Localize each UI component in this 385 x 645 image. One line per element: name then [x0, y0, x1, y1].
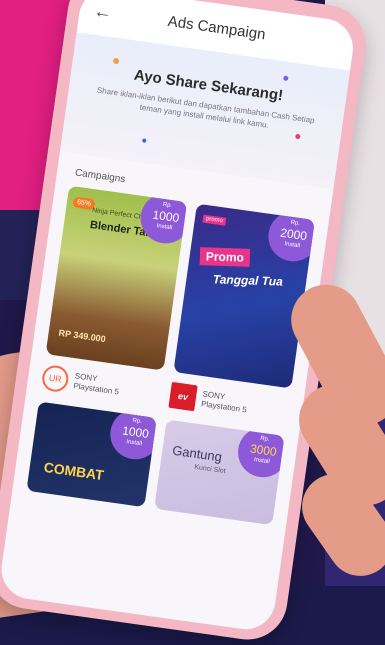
brand-info: UR SONY Playstation 5	[40, 363, 162, 406]
card-title-secondary: Tanggal Tua	[212, 272, 284, 289]
card-title: Gantung	[171, 442, 223, 465]
brand-info: ev SONY Playstation 5	[168, 381, 289, 424]
campaign-card[interactable]: promo Promo Tanggal Tua Rp. 2000 Install	[173, 203, 315, 389]
brand-logo: UR	[40, 363, 70, 394]
campaign-card[interactable]: COMBAT Rp. 1000 Install	[26, 401, 157, 508]
campaign-card[interactable]: Gantung Kunci Slot Rp. 3000 Install	[154, 419, 285, 526]
confetti-dot	[283, 75, 289, 82]
confetti-dot	[295, 133, 301, 140]
card-tag: promo	[202, 214, 227, 226]
brand-text: SONY Playstation 5	[200, 389, 248, 415]
card-price: RP 349.000	[58, 327, 107, 345]
card-title: Promo	[199, 247, 251, 267]
brand-text: SONY Playstation 5	[73, 371, 121, 397]
card-subtitle: Kunci Slot	[193, 463, 227, 476]
confetti-dot	[142, 138, 147, 143]
campaign-card[interactable]: 65% Ninja Perfect Chef Blender Tangan RP…	[45, 185, 188, 371]
card-title: COMBAT	[42, 458, 105, 484]
brand-logo: ev	[168, 381, 198, 412]
arrow-left-icon[interactable]: ←	[92, 0, 121, 24]
